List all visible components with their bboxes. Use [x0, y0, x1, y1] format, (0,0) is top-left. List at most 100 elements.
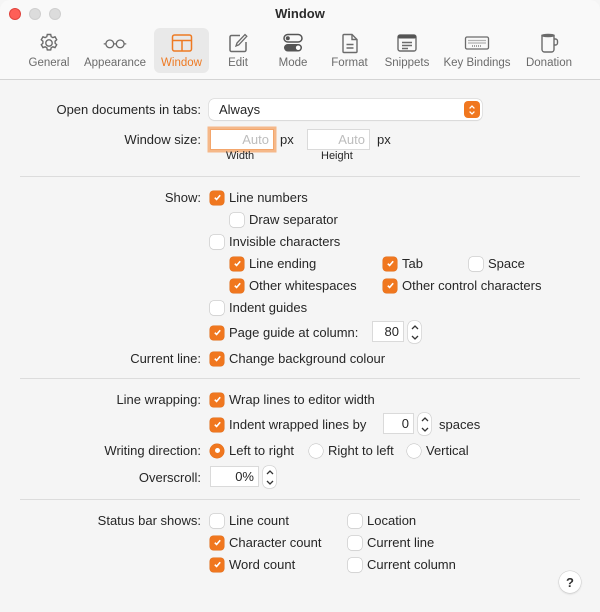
tab-checkbox[interactable]: Tab [383, 256, 423, 271]
tab-general[interactable]: General [26, 28, 72, 73]
document-icon [337, 31, 363, 55]
change-background-label: Change background colour [229, 351, 386, 366]
edit-pencil-icon [225, 31, 251, 55]
tab-key-bindings[interactable]: Key Bindings [441, 28, 513, 73]
wrap-lines-checkbox[interactable]: Wrap lines to editor width [210, 392, 375, 407]
current-line-status-checkbox[interactable]: Current line [348, 535, 434, 550]
glasses-icon [102, 31, 128, 55]
draw-separator-checkbox[interactable]: Draw separator [230, 212, 338, 227]
tab-snippets-label: Snippets [384, 57, 430, 69]
word-count-label: Word count [229, 557, 296, 572]
open-in-tabs-value: Always [219, 102, 261, 117]
tab-appearance-label: Appearance [83, 57, 147, 69]
other-whitespaces-label: Other whitespaces [249, 278, 357, 293]
tab-window-label: Window [161, 57, 202, 69]
height-unit: px [377, 132, 391, 147]
indent-wrapped-checkbox[interactable]: Indent wrapped lines by [210, 417, 366, 432]
status-bar-shows-label: Status bar shows: [97, 513, 201, 528]
question-mark-icon: ? [566, 574, 574, 590]
tab-label: Tab [402, 256, 423, 271]
show-label: Show: [164, 190, 201, 205]
title-bar: Window General Appearance Window Edit Mo… [0, 0, 600, 80]
page-guide-stepper[interactable] [408, 321, 421, 343]
indent-wrapped-stepper[interactable] [418, 413, 431, 435]
radio-unselected-icon [407, 443, 421, 458]
overscroll-field[interactable]: 0% [210, 466, 259, 487]
tab-format[interactable]: Format [327, 28, 372, 73]
chevron-up-down-icon [464, 101, 480, 118]
chevron-up-icon [421, 416, 428, 421]
tab-donation[interactable]: Donation [523, 28, 575, 73]
width-caption: Width [226, 150, 255, 162]
line-ending-label: Line ending [249, 256, 317, 271]
other-control-characters-checkbox[interactable]: Other control characters [383, 278, 541, 293]
tab-snippets[interactable]: Snippets [382, 28, 432, 73]
preferences-toolbar: General Appearance Window Edit Mode Form… [0, 28, 600, 73]
checkbox-unchecked-icon [210, 300, 224, 315]
open-in-tabs-label: Open documents in tabs: [56, 102, 201, 117]
radio-selected-icon [210, 443, 224, 458]
width-unit: px [280, 132, 294, 147]
tab-general-label: General [28, 57, 70, 69]
location-checkbox[interactable]: Location [348, 513, 416, 528]
checkbox-checked-icon [230, 278, 244, 293]
tab-mode-label: Mode [278, 57, 308, 69]
tab-mode[interactable]: Mode [273, 28, 313, 73]
direction-left-to-right-radio[interactable]: Left to right [210, 443, 294, 458]
tab-window[interactable]: Window [154, 28, 209, 73]
line-numbers-checkbox[interactable]: Line numbers [210, 190, 308, 205]
direction-left-to-right-label: Left to right [229, 443, 295, 458]
window-width-field[interactable]: Auto [210, 129, 274, 150]
other-whitespaces-checkbox[interactable]: Other whitespaces [230, 278, 357, 293]
current-column-checkbox[interactable]: Current column [348, 557, 456, 572]
open-in-tabs-popup[interactable]: Always [209, 99, 482, 120]
tab-edit[interactable]: Edit [219, 28, 257, 73]
toggles-icon [280, 31, 306, 55]
help-button[interactable]: ? [559, 571, 581, 593]
indent-wrapped-label: Indent wrapped lines by [229, 417, 367, 432]
checkbox-unchecked-icon [348, 557, 362, 572]
invisible-characters-checkbox[interactable]: Invisible characters [210, 234, 340, 249]
draw-separator-label: Draw separator [249, 212, 338, 227]
tab-appearance[interactable]: Appearance [80, 28, 150, 73]
page-guide-checkbox[interactable]: Page guide at column: [210, 325, 358, 340]
current-column-label: Current column [367, 557, 456, 572]
page-guide-label: Page guide at column: [229, 325, 359, 340]
section-divider [20, 176, 580, 177]
page-guide-column-field[interactable]: 80 [372, 321, 404, 342]
indent-wrapped-field[interactable]: 0 [383, 413, 414, 434]
window-height-field[interactable]: Auto [307, 129, 370, 150]
chevron-up-icon [411, 324, 418, 329]
preferences-window: Window General Appearance Window Edit Mo… [0, 0, 600, 612]
indent-guides-checkbox[interactable]: Indent guides [210, 300, 307, 315]
checkbox-unchecked-icon [210, 234, 224, 249]
radio-unselected-icon [309, 443, 323, 458]
line-ending-checkbox[interactable]: Line ending [230, 256, 316, 271]
checkbox-checked-icon [210, 325, 224, 340]
line-count-checkbox[interactable]: Line count [210, 513, 289, 528]
checkbox-unchecked-icon [348, 513, 362, 528]
character-count-checkbox[interactable]: Character count [210, 535, 322, 550]
tab-donation-label: Donation [525, 57, 573, 69]
height-caption: Height [321, 150, 353, 162]
line-wrapping-label: Line wrapping: [116, 392, 201, 407]
space-checkbox[interactable]: Space [469, 256, 525, 271]
tab-edit-label: Edit [228, 57, 248, 69]
checkbox-checked-icon [210, 351, 224, 366]
snippets-icon [394, 31, 420, 55]
direction-right-to-left-radio[interactable]: Right to left [309, 443, 394, 458]
word-count-checkbox[interactable]: Word count [210, 557, 295, 572]
section-divider [20, 499, 580, 500]
indent-guides-label: Indent guides [229, 300, 308, 315]
gear-icon [36, 31, 62, 55]
chevron-down-icon [411, 335, 418, 340]
direction-vertical-radio[interactable]: Vertical [407, 443, 469, 458]
window-title: Window [275, 6, 325, 21]
change-background-checkbox[interactable]: Change background colour [210, 351, 385, 366]
invisible-characters-label: Invisible characters [229, 234, 341, 249]
wrap-lines-label: Wrap lines to editor width [229, 392, 375, 407]
overscroll-label: Overscroll: [138, 470, 201, 485]
chevron-down-icon [421, 427, 428, 432]
line-count-label: Line count [229, 513, 289, 528]
overscroll-stepper[interactable] [263, 466, 276, 488]
